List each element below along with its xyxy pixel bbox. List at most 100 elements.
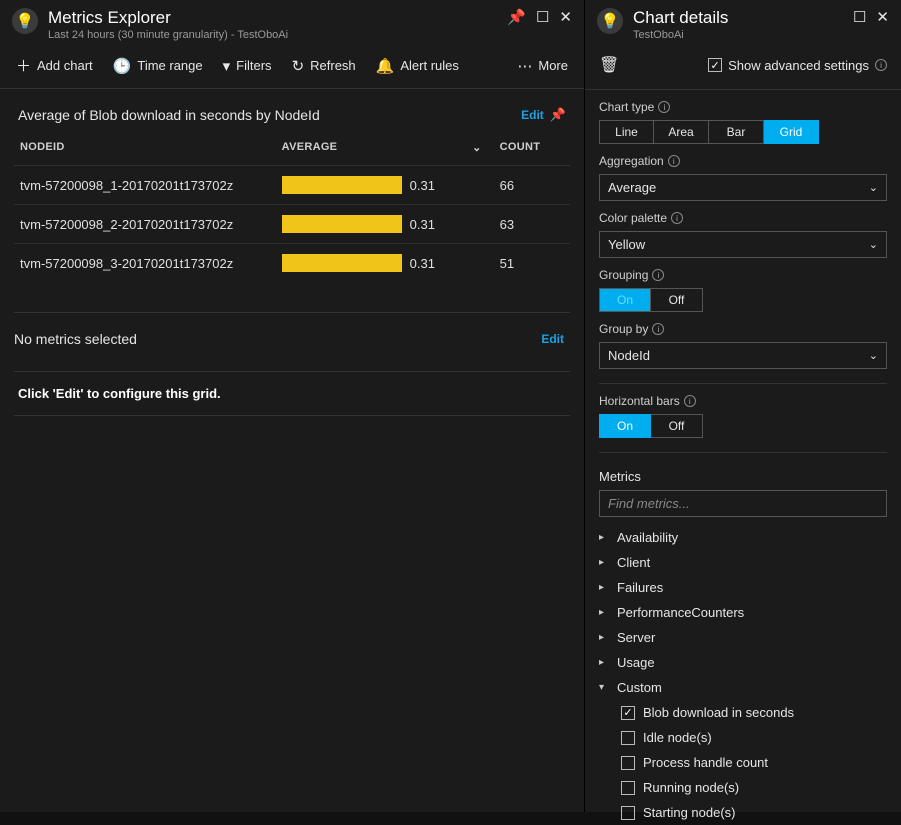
empty-chart-edit-link[interactable]: Edit [541,332,564,346]
nodeid-cell: tvm-57200098_2-20170201t173702z [14,205,276,244]
tree-item[interactable]: ▸Usage [599,650,887,675]
toolbar: ＋ Add chart 🕒Time range ▾Filters ↻Refresh… [0,45,584,89]
metrics-explorer-panel: 💡 Metrics Explorer Last 24 hours (30 min… [0,0,585,812]
tree-item-label: Failures [617,580,663,595]
average-cell: 0.31 [276,166,494,205]
metrics-search-input[interactable]: Find metrics... [599,490,887,517]
filters-label: Filters [236,58,271,73]
info-icon[interactable]: i [652,323,664,335]
add-chart-label: Add chart [37,58,93,73]
chart-type-grid[interactable]: Grid [764,120,819,144]
info-icon[interactable]: i [668,155,680,167]
chart-details-panel: 💡 Chart details TestOboAi ☐ ✕ 🗑 ✓ Show a… [585,0,901,812]
aggregation-value: Average [608,180,656,195]
left-header-actions: 📌 ☐ ✕ [507,8,572,26]
tree-item-label: Server [617,630,655,645]
close-icon[interactable]: ✕ [876,8,889,26]
right-header: 💡 Chart details TestOboAi ☐ ✕ [585,0,901,45]
checkbox-icon [621,756,635,770]
metric-checkbox-item[interactable]: Starting node(s) [621,800,887,825]
average-value: 0.31 [410,178,435,193]
count-cell: 63 [494,205,570,244]
grouping-off[interactable]: Off [651,288,703,312]
col-average[interactable]: AVERAGE⌄ [276,133,494,166]
chart-pin-icon[interactable]: 📌 [550,107,566,123]
close-icon[interactable]: ✕ [559,8,572,26]
plus-icon: ＋ [16,55,31,76]
col-nodeid[interactable]: NODEID [14,133,276,166]
chart-card-header: Average of Blob download in seconds by N… [14,103,570,133]
checkbox-checked-icon: ✓ [621,706,635,720]
hbars-on[interactable]: On [599,414,651,438]
hbars-label: Horizontal bars [599,394,680,408]
left-header: 💡 Metrics Explorer Last 24 hours (30 min… [0,0,584,45]
metric-label: Process handle count [643,755,768,770]
pin-icon[interactable]: 📌 [507,8,526,26]
metrics-tree: ▸Availability▸Client▸Failures▸Performanc… [585,517,901,825]
table-row[interactable]: tvm-57200098_1-20170201t173702z 0.31 66 [14,166,570,205]
groupby-value: NodeId [608,348,650,363]
clock-icon: 🕒 [113,57,132,75]
tree-item[interactable]: ▾Custom [599,675,887,700]
alert-rules-button[interactable]: 🔔Alert rules [376,57,459,75]
ellipsis-icon: ⋯ [517,57,532,75]
configure-grid-hint: Click 'Edit' to configure this grid. [14,371,570,416]
tree-item[interactable]: ▸Client [599,550,887,575]
chart-title: Average of Blob download in seconds by N… [18,107,521,123]
tree-item[interactable]: ▸ Server [599,625,887,650]
metric-checkbox-item[interactable]: ✓ Blob download in seconds [621,700,887,725]
hbars-section: Horizontal bars i On Off [585,384,901,438]
filters-button[interactable]: ▾Filters [223,57,272,75]
chart-type-area[interactable]: Area [654,120,709,144]
info-icon: i [875,59,887,71]
search-placeholder: Find metrics... [608,496,690,511]
info-icon[interactable]: i [684,395,696,407]
maximize-icon[interactable]: ☐ [853,8,866,26]
bell-icon: 🔔 [376,57,395,75]
metric-checkbox-item[interactable]: Process handle count [621,750,887,775]
tree-item-label: Usage [617,655,655,670]
tree-item[interactable]: ▸PerformanceCounters [599,600,887,625]
checkbox-checked-icon: ✓ [708,58,722,72]
add-chart-button[interactable]: ＋ Add chart [16,55,93,76]
metric-label: Blob download in seconds [643,705,794,720]
table-row[interactable]: tvm-57200098_2-20170201t173702z0.3163 [14,205,570,244]
info-icon[interactable]: i [652,269,664,281]
tree-item[interactable]: ▸Availability [599,525,887,550]
nodeid-cell: tvm-57200098_1-20170201t173702z [14,166,276,205]
maximize-icon[interactable]: ☐ [536,8,549,26]
sort-desc-icon: ⌄ [472,141,482,154]
average-cell: 0.31 [276,205,494,244]
caret-right-icon: ▸ [599,632,609,643]
table-row[interactable]: tvm-57200098_3-20170201t173702z0.3151 [14,244,570,283]
metric-checkbox-item[interactable]: Idle node(s) [621,725,887,750]
lightbulb-icon: 💡 [12,8,38,34]
info-icon[interactable]: i [671,212,683,224]
tree-item-label: PerformanceCounters [617,605,744,620]
info-icon[interactable]: i [658,101,670,113]
delete-icon[interactable]: 🗑 [599,55,619,75]
groupby-section: Group byi NodeId⌄ [585,312,901,369]
chart-type-bar[interactable]: Bar [709,120,764,144]
col-count[interactable]: COUNT [494,133,570,166]
more-button[interactable]: ⋯ More [517,57,568,75]
metric-checkbox-item[interactable]: Running node(s) [621,775,887,800]
grouping-on[interactable]: On [599,288,651,312]
more-label: More [538,58,568,73]
aggregation-label: Aggregation [599,154,664,168]
groupby-select[interactable]: NodeId⌄ [599,342,887,369]
aggregation-select[interactable]: Average⌄ [599,174,887,201]
refresh-button[interactable]: ↻Refresh [292,57,356,75]
palette-select[interactable]: Yellow⌄ [599,231,887,258]
chart-type-line[interactable]: Line [599,120,654,144]
aggregation-section: Aggregation i Average⌄ [585,144,901,201]
hbars-off[interactable]: Off [651,414,703,438]
chart-edit-link[interactable]: Edit [521,108,544,122]
tree-item-label: Client [617,555,650,570]
time-range-button[interactable]: 🕒Time range [113,57,203,75]
advanced-settings-toggle[interactable]: ✓ Show advanced settings i [708,58,887,73]
tree-item-label: Custom [617,680,662,695]
count-cell: 66 [494,166,570,205]
palette-label: Color palette [599,211,667,225]
tree-item[interactable]: ▸Failures [599,575,887,600]
